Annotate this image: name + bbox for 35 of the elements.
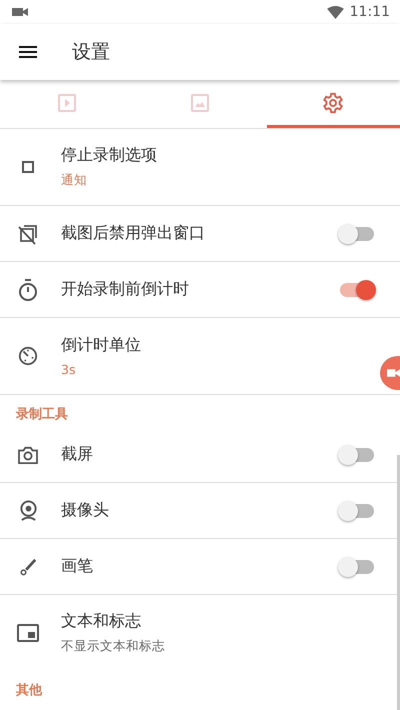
status-time: 11:11: [350, 4, 390, 20]
crossed-windows-icon: [17, 222, 39, 244]
setting-value: 通知: [61, 172, 87, 189]
setting-title: 截屏: [61, 444, 93, 465]
settings-icon: [322, 92, 344, 114]
setting-title: 画笔: [61, 556, 93, 577]
stop-icon: [22, 161, 34, 173]
image-icon: [190, 94, 209, 112]
timer-dial-icon: [18, 346, 38, 366]
wifi-icon: [326, 6, 344, 18]
setting-title: 摄像头: [61, 500, 109, 521]
stopwatch-icon: [18, 278, 38, 300]
play-icon: [58, 94, 76, 112]
section-header: 录制工具: [15, 406, 69, 424]
picture-in-picture-icon: [17, 624, 39, 642]
brush-icon: [19, 558, 37, 576]
toggle-switch[interactable]: [340, 560, 374, 574]
section-header: 其他: [15, 682, 44, 700]
camera-icon: [18, 446, 38, 464]
video-camera-icon: [12, 7, 28, 17]
setting-title: 倒计时单位: [61, 335, 141, 356]
toggle-switch[interactable]: [340, 504, 374, 518]
setting-value: 不显示文本和标志: [61, 638, 165, 655]
app-title: 设置: [72, 40, 110, 65]
setting-value: 3s: [61, 362, 76, 377]
setting-title: 开始录制前倒计时: [61, 279, 189, 300]
setting-title: 停止录制选项: [61, 145, 157, 166]
toggle-switch[interactable]: [340, 282, 374, 296]
toggle-switch[interactable]: [340, 448, 374, 462]
webcam-icon: [18, 500, 38, 521]
toggle-switch[interactable]: [340, 226, 374, 240]
video-camera-icon: [387, 368, 400, 378]
setting-title: 截图后禁用弹出窗口: [61, 223, 205, 244]
menu-icon[interactable]: [19, 46, 37, 58]
setting-title: 文本和标志: [61, 611, 141, 632]
